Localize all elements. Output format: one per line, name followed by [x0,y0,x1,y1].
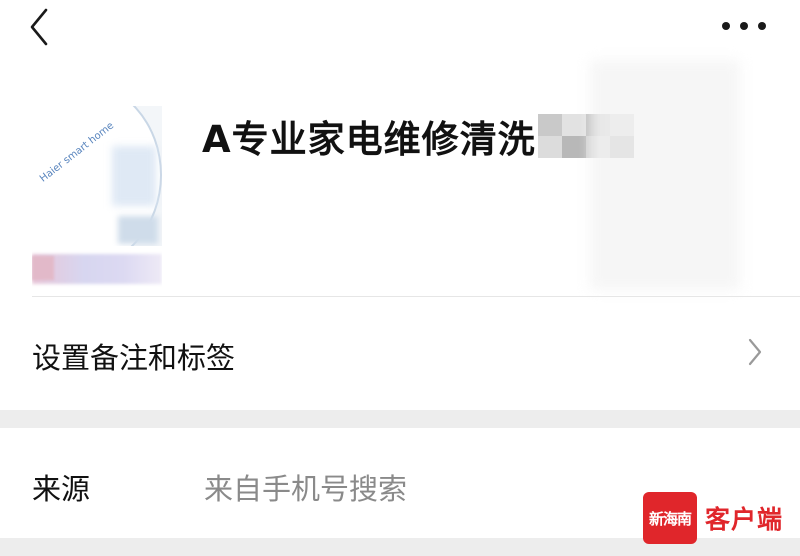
watermark-logo: 新海南 [643,492,697,544]
news-watermark: 新海南 客户端 [643,492,783,544]
blur-patch [590,60,740,290]
avatar-blur [118,216,158,244]
more-horizontal-icon [722,22,730,30]
watermark-text: 客户端 [705,505,784,534]
source-label: 来源 [32,472,91,506]
contact-name-text: A专业家电维修清洗 [202,118,536,161]
more-horizontal-icon [758,22,766,30]
avatar-blur-strip [32,256,54,280]
avatar-logo-area: Haier smart home [32,106,162,246]
back-button[interactable] [24,6,58,48]
set-remark-and-tags-row[interactable]: 设置备注和标签 [0,297,800,410]
section-gap [0,410,800,428]
avatar-blur [112,146,156,206]
top-bar [0,0,800,60]
set-remark-label: 设置备注和标签 [32,341,236,375]
contact-name: A专业家电维修清洗 [202,106,634,166]
source-value: 来自手机号搜索 [204,472,408,506]
profile-header: Haier smart home A专业家电维修清洗 [0,60,800,296]
chevron-left-icon [30,8,48,46]
more-options-button[interactable] [718,12,770,38]
chevron-right-icon [748,338,762,366]
more-horizontal-icon [740,22,748,30]
avatar[interactable]: Haier smart home [32,106,162,302]
